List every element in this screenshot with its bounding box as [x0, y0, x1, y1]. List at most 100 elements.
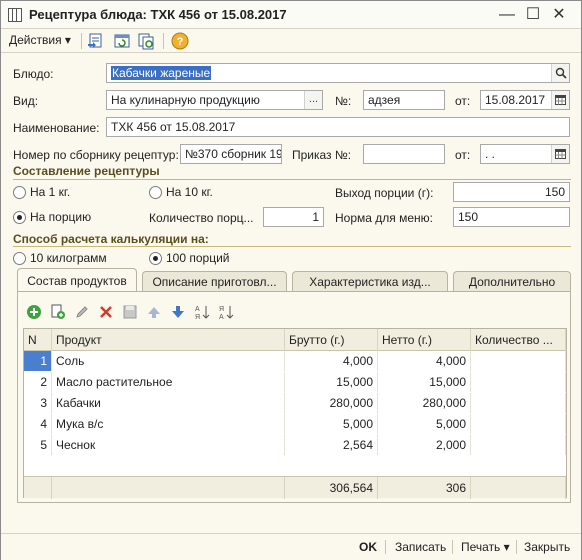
- order-date-value: . .: [485, 147, 496, 161]
- column-header-gross[interactable]: Брутто (г.): [285, 329, 378, 351]
- minimize-button[interactable]: —: [497, 5, 517, 25]
- kind-field[interactable]: На кулинарную продукцию ...: [106, 90, 323, 110]
- name-field[interactable]: ТХК 456 от 15.08.2017: [106, 117, 570, 137]
- tab-strip: Состав продуктов Описание приготовл... Х…: [17, 268, 571, 292]
- chevron-down-icon: ▾: [64, 33, 71, 47]
- row-gross: 4,000: [285, 351, 378, 371]
- delete-icon[interactable]: [98, 304, 114, 320]
- ok-button[interactable]: OK: [359, 540, 377, 554]
- radio-dot: [13, 210, 26, 224]
- menu-norm-field[interactable]: 150: [453, 207, 570, 227]
- svg-text:Я: Я: [195, 314, 200, 320]
- close-button[interactable]: ✕: [549, 5, 569, 25]
- row-product: Чеснок: [52, 435, 285, 455]
- number-field[interactable]: адзея: [363, 90, 445, 110]
- window-title: Рецептура блюда: ТХК 456 от 15.08.2017: [29, 7, 287, 22]
- column-header-n[interactable]: N: [24, 329, 52, 351]
- kind-label: Вид:: [13, 94, 39, 108]
- maximize-button[interactable]: ☐: [523, 5, 543, 25]
- total-net: 306: [378, 477, 471, 499]
- move-up-icon[interactable]: [146, 304, 162, 320]
- search-icon[interactable]: [551, 64, 569, 82]
- sort-desc-icon[interactable]: ЯA: [218, 304, 234, 320]
- row-gross: 280,000: [285, 393, 378, 413]
- radio-dot: [149, 185, 162, 199]
- row-number: 1: [24, 351, 52, 371]
- radio-portion-label: На порцию: [30, 210, 92, 224]
- help-icon[interactable]: ?: [171, 32, 189, 50]
- row-net: 2,000: [378, 435, 471, 455]
- radio-10kg[interactable]: На 10 кг.: [149, 185, 213, 199]
- move-down-icon[interactable]: [170, 304, 186, 320]
- table-row[interactable]: 1 Соль 4,000 4,000: [24, 351, 566, 371]
- tab-characteristics[interactable]: Характеристика изд...: [292, 271, 448, 291]
- collection-label: Номер по сборнику рецептур:: [13, 148, 179, 162]
- print-label: Печать: [461, 540, 501, 554]
- row-number: 3: [24, 393, 52, 413]
- calendar-icon[interactable]: [551, 91, 569, 109]
- save-icon[interactable]: [122, 304, 138, 320]
- actions-menu[interactable]: Действия ▾: [9, 33, 71, 47]
- tab-description[interactable]: Описание приготовл...: [142, 271, 287, 291]
- copy-icon[interactable]: [137, 32, 155, 50]
- portions-label: Количество порц...: [149, 211, 254, 225]
- edit-icon[interactable]: [74, 304, 90, 320]
- save-button[interactable]: Записать: [395, 540, 446, 554]
- date-field[interactable]: 15.08.2017: [480, 90, 570, 110]
- menu-norm-label: Норма для меню:: [335, 211, 433, 225]
- yield-field[interactable]: 150: [453, 182, 570, 202]
- order-field[interactable]: [363, 144, 445, 164]
- svg-text:A: A: [195, 306, 200, 313]
- row-qty: [471, 372, 566, 392]
- calendar-icon[interactable]: [551, 145, 569, 163]
- chevron-down-icon: ▾: [503, 540, 510, 554]
- column-header-net[interactable]: Нетто (г.): [378, 329, 471, 351]
- portions-field[interactable]: 1: [263, 207, 324, 227]
- row-qty: [471, 435, 566, 455]
- row-number: 2: [24, 372, 52, 392]
- order-date-field[interactable]: . .: [480, 144, 570, 164]
- row-number: 5: [24, 435, 52, 455]
- tab-additional[interactable]: Дополнительно: [453, 271, 571, 291]
- dish-label: Блюдо:: [13, 67, 54, 81]
- radio-100-portions[interactable]: 100 порций: [149, 251, 229, 265]
- row-product: Соль: [52, 351, 285, 371]
- products-table: N Продукт Брутто (г.) Нетто (г.) Количес…: [23, 328, 567, 499]
- radio-1kg[interactable]: На 1 кг.: [13, 185, 70, 199]
- products-panel: AЯ ЯA N Продукт Брутто (г.) Нетто (г.) К…: [17, 291, 571, 503]
- print-button[interactable]: Печать ▾: [461, 540, 510, 554]
- collection-field[interactable]: №370 сборник 19: [180, 144, 282, 164]
- refresh-icon[interactable]: [113, 32, 131, 50]
- toolbar: Действия ▾ ?: [1, 29, 581, 53]
- row-qty: [471, 414, 566, 434]
- radio-dot: [13, 185, 26, 199]
- row-qty: [471, 351, 566, 371]
- add-copy-icon[interactable]: [50, 304, 66, 320]
- table-footer: 306,564 306: [24, 476, 566, 499]
- post-icon[interactable]: [87, 32, 105, 50]
- svg-text:A: A: [219, 314, 224, 320]
- row-net: 280,000: [378, 393, 471, 413]
- table-row[interactable]: 5 Чеснок 2,564 2,000: [24, 435, 566, 455]
- table-header: N Продукт Брутто (г.) Нетто (г.) Количес…: [24, 329, 566, 351]
- column-header-product[interactable]: Продукт: [52, 329, 285, 351]
- sort-asc-icon[interactable]: AЯ: [194, 304, 210, 320]
- tab-products[interactable]: Состав продуктов: [17, 268, 137, 292]
- table-row[interactable]: 2 Масло растительное 15,000 15,000: [24, 372, 566, 392]
- add-icon[interactable]: [26, 304, 42, 320]
- dish-field[interactable]: Кабачки жареные: [106, 63, 570, 83]
- table-row[interactable]: 4 Мука в/с 5,000 5,000: [24, 414, 566, 434]
- close-window-button[interactable]: Закрыть: [524, 540, 570, 554]
- table-row[interactable]: 3 Кабачки 280,000 280,000: [24, 393, 566, 413]
- row-gross: 2,564: [285, 435, 378, 455]
- radio-10kg-label: На 10 кг.: [166, 185, 213, 199]
- lookup-button[interactable]: ...: [304, 91, 322, 109]
- title-bar: Рецептура блюда: ТХК 456 от 15.08.2017 —…: [1, 1, 581, 29]
- column-header-qty[interactable]: Количество ...: [471, 329, 566, 351]
- radio-portion[interactable]: На порцию: [13, 210, 91, 224]
- kind-value: На кулинарную продукцию: [111, 93, 260, 107]
- row-qty: [471, 393, 566, 413]
- row-net: 15,000: [378, 372, 471, 392]
- number-label: №:: [335, 94, 352, 108]
- radio-10-kilograms[interactable]: 10 килограмм: [13, 251, 107, 265]
